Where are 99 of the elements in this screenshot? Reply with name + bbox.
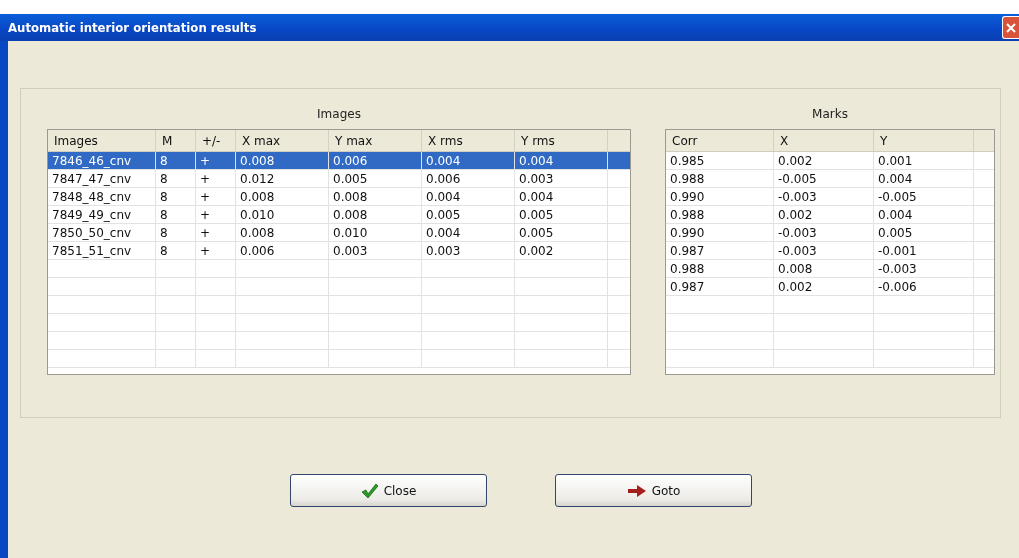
section-title: Marks	[811, 106, 849, 123]
table-cell: 0.003	[515, 170, 608, 187]
table-cell: 0.005	[329, 170, 422, 187]
table-cell: 0.008	[329, 188, 422, 205]
table-cell: 0.008	[236, 152, 329, 169]
table-cell: 0.985	[666, 152, 774, 169]
table-row[interactable]: 7848_48_cnv 8 + 0.008 0.008 0.004 0.004	[48, 188, 630, 206]
table-cell: 0.003	[422, 242, 515, 259]
column-header[interactable]: Images	[48, 130, 156, 151]
table-cell: 7850_50_cnv	[48, 224, 156, 241]
table-cell: 0.004	[422, 224, 515, 241]
table-row[interactable]: 0.990 -0.003 -0.005	[666, 188, 994, 206]
column-header[interactable]: Corr	[666, 130, 774, 151]
table-cell: -0.005	[874, 188, 974, 205]
table-cell: 0.988	[666, 170, 774, 187]
table-cell: -0.005	[774, 170, 874, 187]
table-cell: 8	[156, 170, 196, 187]
table-cell: 0.004	[874, 206, 974, 223]
table-cell: 7849_49_cnv	[48, 206, 156, 223]
table-cell: 8	[156, 224, 196, 241]
table-cell: 8	[156, 242, 196, 259]
table-cell: 0.988	[666, 206, 774, 223]
section-title: Images	[316, 106, 362, 123]
table-row[interactable]: 7847_47_cnv 8 + 0.012 0.005 0.006 0.003	[48, 170, 630, 188]
column-header[interactable]: X	[774, 130, 874, 151]
table-cell: 0.987	[666, 278, 774, 295]
column-header[interactable]: X max	[236, 130, 329, 151]
table-row[interactable]: 0.988 0.002 0.004	[666, 206, 994, 224]
table-cell: +	[196, 188, 236, 205]
table-cell: +	[196, 224, 236, 241]
close-window-button[interactable]	[1002, 16, 1019, 39]
column-header[interactable]: Y max	[329, 130, 422, 151]
table-row[interactable]: 0.985 0.002 0.001	[666, 152, 994, 170]
table-cell: 0.002	[515, 242, 608, 259]
column-header[interactable]: Y rms	[515, 130, 608, 151]
table-cell: +	[196, 170, 236, 187]
table-cell: 0.006	[422, 170, 515, 187]
table-row[interactable]: 0.987 0.002 -0.006	[666, 278, 994, 296]
column-header[interactable]: +/-	[196, 130, 236, 151]
table-cell: +	[196, 242, 236, 259]
column-header[interactable]: M	[156, 130, 196, 151]
table-cell: 0.990	[666, 224, 774, 241]
table-cell: 0.004	[874, 170, 974, 187]
column-header[interactable]: X rms	[422, 130, 515, 151]
table-cell: 7848_48_cnv	[48, 188, 156, 205]
window-title: Automatic interior orientation results	[8, 20, 257, 35]
table-cell: 0.008	[774, 260, 874, 277]
table-cell: -0.003	[874, 260, 974, 277]
table-cell: 0.008	[329, 206, 422, 223]
table-row[interactable]: 7846_46_cnv 8 + 0.008 0.006 0.004 0.004	[48, 152, 630, 170]
close-button[interactable]: Close	[290, 474, 487, 507]
table-cell: 7847_47_cnv	[48, 170, 156, 187]
table-cell: -0.001	[874, 242, 974, 259]
table-row[interactable]: 0.988 -0.005 0.004	[666, 170, 994, 188]
table-cell: 8	[156, 152, 196, 169]
table-cell: 7846_46_cnv	[48, 152, 156, 169]
table-cell: 8	[156, 206, 196, 223]
table-cell: +	[196, 152, 236, 169]
column-header[interactable]: Y	[874, 130, 974, 151]
close-icon	[1006, 22, 1016, 33]
table-cell: 0.990	[666, 188, 774, 205]
table-row[interactable]: 7849_49_cnv 8 + 0.010 0.008 0.005 0.005	[48, 206, 630, 224]
table-row[interactable]: 7851_51_cnv 8 + 0.006 0.003 0.003 0.002	[48, 242, 630, 260]
table-cell: 0.004	[422, 152, 515, 169]
table-cell: 0.005	[422, 206, 515, 223]
table-cell: 0.003	[329, 242, 422, 259]
table-cell: 0.005	[515, 224, 608, 241]
goto-button[interactable]: Goto	[555, 474, 752, 507]
table-cell: -0.003	[774, 224, 874, 241]
table-cell: -0.006	[874, 278, 974, 295]
table-cell: 0.987	[666, 242, 774, 259]
table-cell: 0.005	[874, 224, 974, 241]
table-cell: 0.005	[515, 206, 608, 223]
table-cell: 0.988	[666, 260, 774, 277]
arrow-icon	[626, 484, 647, 497]
table-cell: -0.003	[774, 242, 874, 259]
table-row[interactable]: 7850_50_cnv 8 + 0.008 0.010 0.004 0.005	[48, 224, 630, 242]
table-cell: 0.002	[774, 278, 874, 295]
table-cell: 0.004	[515, 188, 608, 205]
table-cell: 8	[156, 188, 196, 205]
table-row[interactable]: 0.987 -0.003 -0.001	[666, 242, 994, 260]
table-row[interactable]: 0.990 -0.003 0.005	[666, 224, 994, 242]
table-cell: 0.008	[236, 224, 329, 241]
table-cell: 0.001	[874, 152, 974, 169]
table-row[interactable]: 0.988 0.008 -0.003	[666, 260, 994, 278]
table-cell: 0.004	[422, 188, 515, 205]
table-cell: 0.006	[329, 152, 422, 169]
table-cell: 0.002	[774, 206, 874, 223]
table-cell: 0.010	[329, 224, 422, 241]
table-cell: 0.004	[515, 152, 608, 169]
table-cell: 7851_51_cnv	[48, 242, 156, 259]
table-cell: 0.006	[236, 242, 329, 259]
table-cell: -0.003	[774, 188, 874, 205]
table-cell: +	[196, 206, 236, 223]
table-cell: 0.012	[236, 170, 329, 187]
table-cell: 0.008	[236, 188, 329, 205]
table-cell: 0.010	[236, 206, 329, 223]
checkmark-icon	[360, 482, 379, 499]
table-cell: 0.002	[774, 152, 874, 169]
